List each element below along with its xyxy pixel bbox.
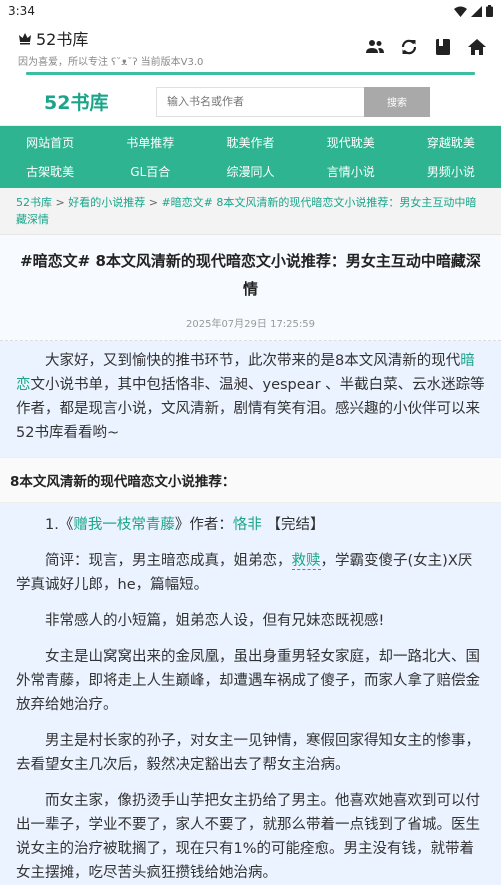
home-icon[interactable] <box>467 37 487 57</box>
nav-item-booklists[interactable]: 书单推荐 <box>100 134 200 151</box>
intro-text: 文小说书单，其中包括恪非、温昶、yespear 、半截白菜、云水迷踪等作者，都是… <box>16 377 485 441</box>
battery-icon <box>486 5 493 17</box>
book-paragraph: 非常感人的小短篇，姐弟恋人设，但有兄妹恋既视感! <box>45 613 385 629</box>
article-date: 2025年07月29日 17:25:59 <box>186 319 315 330</box>
article-intro: 大家好，又到愉快的推书环节，此次带来的是8本文风清新的现代暗恋文小说书单，其中包… <box>0 341 501 457</box>
book-paragraph: 女主是山窝窝出来的金凤凰，虽出身重男轻女家庭，却一路北大、国外常青藤，即将走上人… <box>16 649 480 713</box>
nav-item-modern[interactable]: 现代耽美 <box>301 134 401 151</box>
accent-divider <box>26 72 475 75</box>
intro-text: 大家好，又到愉快的推书环节，此次带来的是8本文风清新的现代 <box>45 353 461 369</box>
section-title: 8本文风清新的现代暗恋文小说推荐： <box>0 457 501 503</box>
breadcrumb-home[interactable]: 52书库 <box>16 196 52 209</box>
group-icon[interactable] <box>365 37 385 57</box>
nav-item-fanfic[interactable]: 综漫同人 <box>200 163 300 180</box>
book-paragraph: 而女主家，像扔烫手山芋把女主扔给了男主。他喜欢她喜欢到可以付出一辈子，学业不要了… <box>16 793 480 881</box>
refresh-icon[interactable] <box>399 37 419 57</box>
book-icon[interactable] <box>433 37 453 57</box>
category-nav: 网站首页 书单推荐 耽美作者 现代耽美 穿越耽美 古架耽美 GL百合 综漫同人 … <box>0 126 501 188</box>
nav-item-ancient[interactable]: 古架耽美 <box>0 163 100 180</box>
article-content: 1.《赠我一枝常青藤》作者：恪非 【完结】 简评：现言，男主暗恋成真，姐弟恋，救… <box>0 503 501 885</box>
breadcrumb-separator: > <box>145 196 162 209</box>
status-time: 3:34 <box>8 4 35 18</box>
book-review: 简评：现言，男主暗恋成真，姐弟恋，救赎，学霸变傻子(女主)X厌学真诚好儿郎，he… <box>16 549 485 597</box>
breadcrumb-category[interactable]: 好看的小说推荐 <box>68 196 145 209</box>
nav-item-romance[interactable]: 言情小说 <box>301 163 401 180</box>
tag-link-redemption[interactable]: 救赎 <box>291 553 321 570</box>
site-header: 52书库 搜索 <box>0 78 501 126</box>
nav-item-time-travel[interactable]: 穿越耽美 <box>401 134 501 151</box>
app-bar: 52书库 因为喜爱，所以专注 ʕ˘ᴥ˘ʔ 当前版本V3.0 <box>0 22 501 72</box>
book-prefix: 1.《 <box>45 517 74 533</box>
app-subtitle: 因为喜爱，所以专注 ʕ˘ᴥ˘ʔ 当前版本V3.0 <box>18 57 204 68</box>
review-text: 简评：现言，男主暗恋成真，姐弟恋， <box>45 553 292 569</box>
article-header: #暗恋文# 8本文风清新的现代暗恋文小说推荐：男女主互动中暗藏深情 2025年0… <box>0 235 501 341</box>
book-entry-1: 1.《赠我一枝常青藤》作者：恪非 【完结】 <box>16 513 485 537</box>
status-bar: 3:34 <box>0 0 501 22</box>
signal-icon <box>471 5 482 17</box>
search-button[interactable]: 搜索 <box>364 86 430 117</box>
breadcrumb: 52书库 > 好看的小说推荐 > #暗恋文# 8本文风清新的现代暗恋文小说推荐：… <box>0 188 501 235</box>
crown-icon <box>19 33 31 45</box>
book-author-link[interactable]: 恪非 <box>233 517 262 533</box>
wifi-icon <box>454 6 467 17</box>
nav-item-authors[interactable]: 耽美作者 <box>200 134 300 151</box>
site-logo[interactable]: 52书库 <box>44 88 156 115</box>
nav-item-gl[interactable]: GL百合 <box>100 163 200 180</box>
breadcrumb-separator: > <box>52 196 69 209</box>
book-paragraph: 男主是村长家的孙子，对女主一见钟情，寒假回家得知女主的惨事，去看望女主几次后，毅… <box>16 733 480 773</box>
book-title-link[interactable]: 赠我一枝常青藤 <box>73 517 175 533</box>
app-title: 52书库 <box>36 30 89 49</box>
book-author-label: 》作者： <box>174 517 233 533</box>
book-status: 【完结】 <box>261 517 325 533</box>
article-title: #暗恋文# 8本文风清新的现代暗恋文小说推荐：男女主互动中暗藏深情 <box>20 252 481 298</box>
nav-item-male[interactable]: 男频小说 <box>401 163 501 180</box>
search-input[interactable] <box>156 86 364 117</box>
nav-item-home[interactable]: 网站首页 <box>0 134 100 151</box>
